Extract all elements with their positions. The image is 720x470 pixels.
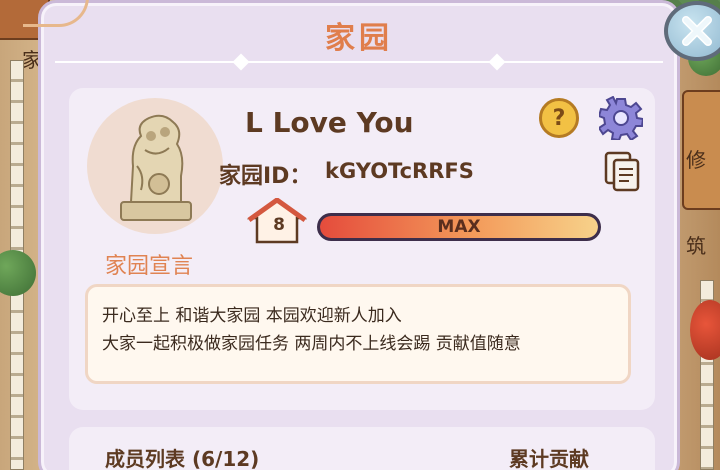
settings-button[interactable] <box>597 95 645 142</box>
experience-label: MAX <box>437 217 481 237</box>
home-name: L Love You <box>245 106 414 139</box>
gear-icon <box>597 95 645 142</box>
profile-card: 家园宣言 L Love You ? 家园ID： kGYOTcRRFS 8 MAX… <box>69 88 655 410</box>
home-dialog: 家园 家园宣言 L Love You ? 家园ID： kGYOTcRRFS 8 … <box>23 0 720 470</box>
side-label-build: 筑 <box>686 234 706 258</box>
close-x-icon <box>682 16 712 46</box>
experience-bar: MAX <box>317 213 601 241</box>
member-list-card: 成员列表 (6/12) 累计贡献 <box>69 427 655 470</box>
question-icon: ? <box>552 105 566 131</box>
motto-box: 开心至上 和谐大家园 本园欢迎新人加入 大家一起积极做家园任务 两周内不上线会踢… <box>85 284 631 384</box>
dialog-title: 家园 <box>325 21 393 56</box>
title-divider <box>55 61 663 63</box>
home-avatar[interactable] <box>87 98 223 234</box>
title-bar: 家园 <box>41 3 677 71</box>
member-list-title: 成员列表 (6/12) <box>105 447 260 470</box>
help-button[interactable]: ? <box>539 98 579 138</box>
stone-lion-icon <box>120 114 192 221</box>
contribution-header: 累计贡献 <box>509 447 589 470</box>
home-id-value: kGYOTcRRFS <box>325 159 474 183</box>
copy-button[interactable] <box>603 150 641 194</box>
motto-label: 家园宣言 <box>105 254 194 279</box>
home-level: 8 <box>273 215 285 235</box>
motto-line: 大家一起积极做家园任务 两周内不上线会踢 贡献值随意 <box>102 334 521 354</box>
side-label-repair: 修 <box>686 148 706 172</box>
home-id-label: 家园ID： <box>219 164 312 189</box>
motto-line: 开心至上 和谐大家园 本园欢迎新人加入 <box>102 306 402 326</box>
copy-icon <box>604 151 640 192</box>
